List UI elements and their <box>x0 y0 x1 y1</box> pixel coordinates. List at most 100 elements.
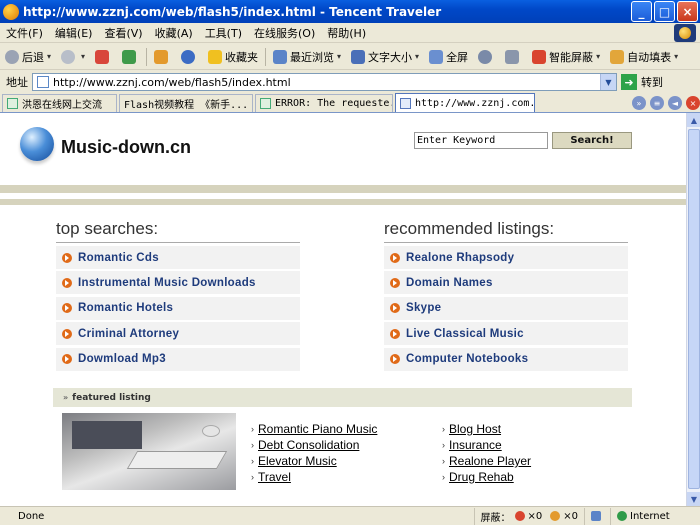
address-url[interactable]: http://www.zznj.com/web/flash5/index.htm… <box>53 76 600 89</box>
refresh-button[interactable] <box>117 49 144 64</box>
tab-close-icon[interactable]: × <box>686 96 700 110</box>
featured-link-text[interactable]: Romantic Piano Music <box>258 422 377 436</box>
link-realone-rhapsody[interactable]: Realone Rhapsody <box>406 252 514 264</box>
fullscreen-button[interactable]: 全屏 <box>424 49 473 65</box>
list-item[interactable]: Computer Notebooks <box>384 347 628 371</box>
title-bar: http://www.zznj.com/web/flash5/index.htm… <box>0 0 700 23</box>
text-size-button[interactable]: 文字大小 ▾ <box>346 49 424 65</box>
minimize-button[interactable]: _ <box>631 1 652 22</box>
link-live-classical-music[interactable]: Live Classical Music <box>406 328 524 340</box>
close-button[interactable]: × <box>677 1 698 22</box>
forward-dropdown-icon[interactable]: ▾ <box>81 52 85 61</box>
menu-file[interactable]: 文件(F) <box>0 25 49 41</box>
menu-tools[interactable]: 工具(T) <box>199 25 248 41</box>
featured-link[interactable]: › Insurance <box>442 438 502 452</box>
vertical-scrollbar[interactable]: ▲ ▼ <box>686 113 700 506</box>
print-button[interactable] <box>500 49 527 64</box>
menu-view[interactable]: 查看(V) <box>98 25 148 41</box>
list-item[interactable]: Realone Rhapsody <box>384 246 628 269</box>
scroll-down-icon[interactable]: ▼ <box>687 492 700 506</box>
list-item[interactable]: Live Classical Music <box>384 322 628 346</box>
scroll-thumb[interactable] <box>688 129 700 489</box>
toolbar-overflow-icon[interactable]: ▾ <box>674 52 678 61</box>
menu-edit[interactable]: 编辑(E) <box>49 25 99 41</box>
recent-button[interactable]: 最近浏览 ▾ <box>268 49 346 65</box>
link-instrumental-music[interactable]: Instrumental Music Downloads <box>78 277 256 289</box>
address-dropdown-icon[interactable]: ▼ <box>600 74 616 90</box>
address-input[interactable]: http://www.zznj.com/web/flash5/index.htm… <box>32 73 617 91</box>
list-item[interactable]: Instrumental Music Downloads <box>56 271 300 295</box>
search-tool-button[interactable] <box>473 49 500 64</box>
toolbar-separator <box>146 47 148 66</box>
history-button[interactable] <box>176 49 203 64</box>
autofill-button[interactable]: 自动填表 ▾ <box>605 49 683 65</box>
link-domain-names[interactable]: Domain Names <box>406 277 493 289</box>
link-romantic-cds[interactable]: Romantic Cds <box>78 252 159 264</box>
smart-block-button[interactable]: 智能屏蔽 ▾ <box>527 49 605 65</box>
menu-help[interactable]: 帮助(H) <box>321 25 372 41</box>
link-romantic-hotels[interactable]: Romantic Hotels <box>78 302 173 314</box>
featured-link-text[interactable]: Blog Host <box>449 422 501 436</box>
featured-link-text[interactable]: Drug Rehab <box>449 470 514 484</box>
featured-link-text[interactable]: Travel <box>258 470 291 484</box>
download-icon <box>591 511 601 521</box>
tab-flash-tutorial[interactable]: Flash视频教程 《新手... <box>119 94 253 112</box>
site-name[interactable]: Music-down.cn <box>61 137 191 158</box>
forward-button[interactable]: ▾ <box>56 49 90 64</box>
smart-block-dropdown-icon[interactable]: ▾ <box>596 52 600 61</box>
list-item[interactable]: Romantic Cds <box>56 246 300 269</box>
list-item[interactable]: Domain Names <box>384 271 628 295</box>
recent-label: 最近浏览 <box>290 50 335 64</box>
tab-scroll-icon[interactable]: » <box>632 96 646 110</box>
list-item[interactable]: Dowmload Mp3 <box>56 347 300 371</box>
featured-link[interactable]: › Travel <box>251 470 291 484</box>
maximize-button[interactable]: □ <box>654 1 675 22</box>
menu-favorites[interactable]: 收藏(A) <box>149 25 199 41</box>
featured-link-text[interactable]: Insurance <box>449 438 502 452</box>
search-button[interactable]: Search! <box>552 132 632 149</box>
link-criminal-attorney[interactable]: Criminal Attorney <box>78 328 179 340</box>
featured-listing: » featured listing › Romantic Piano Music… <box>53 388 632 506</box>
back-button[interactable]: 后退 ▾ <box>0 49 56 65</box>
list-item[interactable]: Criminal Attorney <box>56 322 300 346</box>
block-icon <box>532 49 547 64</box>
download-status[interactable] <box>584 507 610 525</box>
block-counter[interactable]: 屏蔽： ×0 ×0 <box>473 507 585 525</box>
tab-restore-icon[interactable]: ◄ <box>668 96 682 110</box>
recommended-title: recommended listings: <box>384 219 555 238</box>
scroll-up-icon[interactable]: ▲ <box>687 113 700 127</box>
featured-link-text[interactable]: Realone Player <box>449 454 531 468</box>
link-computer-notebooks[interactable]: Computer Notebooks <box>406 353 528 365</box>
recent-dropdown-icon[interactable]: ▾ <box>337 52 341 61</box>
home-button[interactable] <box>149 49 176 64</box>
tab-error[interactable]: ERROR: The requeste... <box>255 94 393 112</box>
list-item[interactable]: Romantic Hotels <box>56 296 300 320</box>
menu-online-services[interactable]: 在线服务(O) <box>248 25 321 41</box>
featured-link-text[interactable]: Elevator Music <box>258 454 337 468</box>
link-download-mp3[interactable]: Dowmload Mp3 <box>78 353 166 365</box>
go-button[interactable]: 转到 <box>637 74 663 90</box>
featured-link[interactable]: › Romantic Piano Music <box>251 422 377 436</box>
featured-link[interactable]: › Elevator Music <box>251 454 337 468</box>
featured-link-text[interactable]: Debt Consolidation <box>258 438 359 452</box>
tab-label: http://www.zznj.com... <box>415 97 535 109</box>
featured-link[interactable]: › Debt Consolidation <box>251 438 359 452</box>
favorites-button[interactable]: 收藏夹 <box>203 49 263 65</box>
font-size-icon <box>351 49 366 64</box>
browser-logo-icon <box>674 23 696 42</box>
tab-hongen[interactable]: 洪恩在线网上交流 <box>2 94 117 112</box>
text-size-dropdown-icon[interactable]: ▾ <box>415 52 419 61</box>
back-dropdown-icon[interactable]: ▾ <box>47 52 51 61</box>
autofill-label: 自动填表 <box>627 50 672 64</box>
featured-link[interactable]: › Realone Player <box>442 454 531 468</box>
keyword-search-input[interactable] <box>414 132 548 149</box>
featured-link[interactable]: › Blog Host <box>442 422 501 436</box>
featured-link[interactable]: › Drug Rehab <box>442 470 514 484</box>
link-skype[interactable]: Skype <box>406 302 441 314</box>
list-item[interactable]: Skype <box>384 296 628 320</box>
tab-list-icon[interactable]: ≡ <box>650 96 664 110</box>
go-arrow-icon[interactable]: ➜ <box>621 74 637 90</box>
stop-button[interactable] <box>90 49 117 64</box>
tab-label: Flash视频教程 《新手... <box>124 100 249 111</box>
tab-zznj[interactable]: http://www.zznj.com... <box>395 93 535 112</box>
